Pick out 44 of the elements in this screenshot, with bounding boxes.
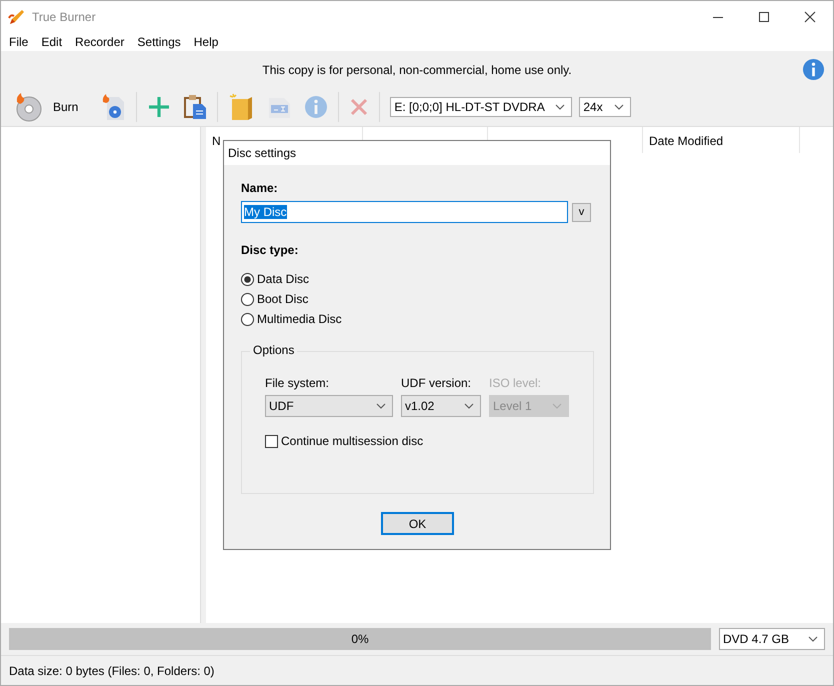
group-title: Options — [250, 343, 298, 357]
info-icon[interactable] — [802, 58, 825, 81]
close-icon[interactable] — [804, 10, 816, 22]
caret-icon — [552, 403, 562, 409]
caret-icon — [464, 403, 474, 409]
name-field[interactable]: My Disc — [241, 201, 568, 223]
burn-button[interactable]: Burn — [7, 90, 94, 124]
menu-item[interactable]: File — [9, 34, 28, 48]
media-dropdown[interactable]: DVD 4.7 GB — [719, 628, 825, 650]
menu-item[interactable]: Recorder — [75, 34, 124, 48]
dialog-title: Disc settings — [224, 141, 610, 165]
caret-icon — [376, 403, 386, 409]
dropdown-label: ISO level: — [489, 376, 542, 390]
radio-button[interactable] — [241, 292, 254, 306]
ok-button[interactable]: OK — [381, 512, 454, 535]
menu-item[interactable]: Help — [194, 34, 218, 48]
progress-bar: 0% — [9, 628, 711, 650]
checkbox[interactable] — [265, 434, 278, 448]
license-notice: This copy is for personal, non-commercial, home use only. — [262, 62, 572, 76]
drive-dropdown[interactable]: E: [0;0;0] HL-DT-ST DVDRA — [390, 97, 572, 117]
radio-button[interactable] — [241, 272, 254, 286]
dropdown[interactable]: v1.02 — [401, 395, 481, 417]
pencil-icon — [8, 8, 26, 26]
disc-type-label: Disc type: — [241, 243, 300, 259]
name-history-button[interactable]: v — [572, 202, 591, 222]
dropdown-label: UDF version: — [401, 376, 472, 390]
speed-dropdown[interactable]: 24x — [579, 97, 632, 117]
menu-item[interactable]: Settings — [137, 34, 181, 48]
checkbox-label[interactable]: Continue multisession disc — [281, 434, 424, 448]
menu-item[interactable]: Edit — [41, 34, 62, 48]
caret-icon — [808, 636, 818, 642]
dropdown[interactable]: UDF — [265, 395, 393, 417]
column-header[interactable]: Date Modified — [643, 127, 800, 153]
caret-icon — [555, 104, 566, 110]
caret-icon — [614, 104, 624, 110]
radio-label[interactable]: Boot Disc — [257, 292, 308, 306]
window-title: True Burner — [32, 10, 96, 24]
maximize-icon[interactable] — [758, 10, 770, 22]
dropdown-label: File system: — [265, 376, 330, 390]
radio-label[interactable]: Multimedia Disc — [257, 312, 342, 326]
status-text: Data size: 0 bytes (Files: 0, Folders: 0) — [9, 664, 214, 678]
radio-label[interactable]: Data Disc — [257, 272, 310, 286]
name-label: Name: — [241, 181, 279, 197]
radio-button[interactable] — [241, 312, 254, 326]
